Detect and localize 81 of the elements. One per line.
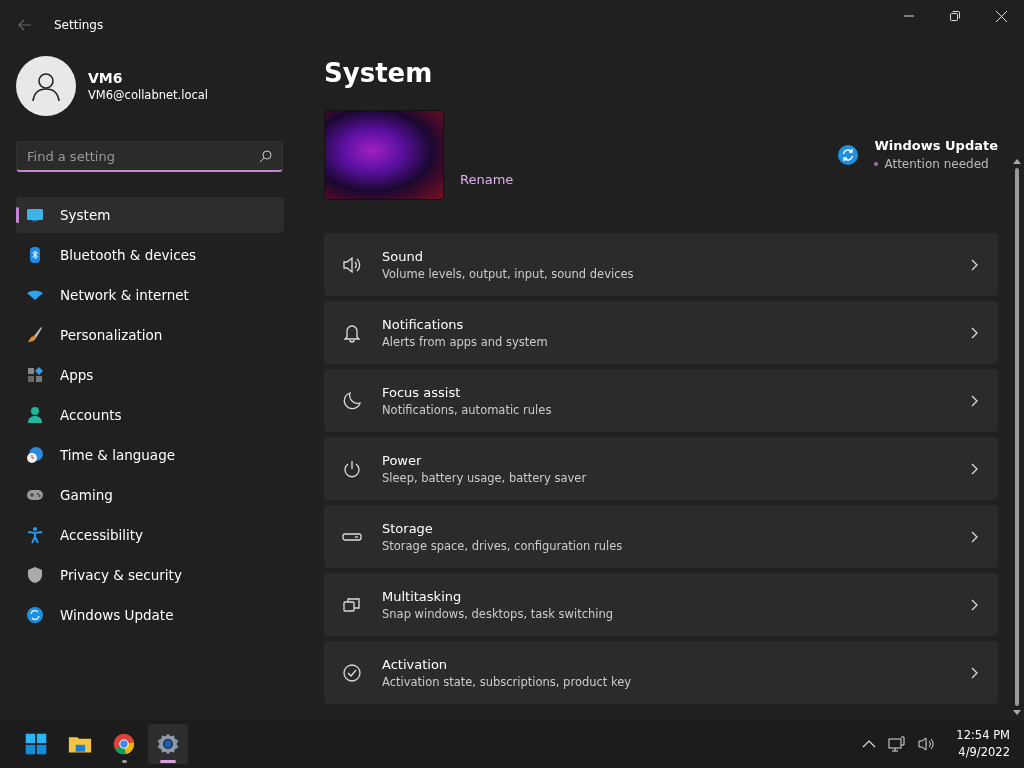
clock-time[interactable]: 12:54 PM: [956, 727, 1010, 744]
card-subtitle: Snap windows, desktops, task switching: [382, 606, 615, 621]
settings-card[interactable]: Storage Storage space, drives, configuration rules: [324, 505, 998, 568]
browser-icon: [112, 732, 136, 756]
chevron-right-icon: [970, 530, 978, 543]
card-title: Activation: [382, 656, 449, 672]
card-title: Notifications: [382, 316, 465, 332]
windows-logo-icon: [24, 732, 48, 756]
card-subtitle: Activation state, subscriptions, product key: [382, 674, 633, 689]
speaker-icon[interactable]: [918, 736, 937, 752]
nav-item[interactable]: Network & internet: [16, 277, 284, 313]
apps-icon: [26, 366, 44, 384]
running-indicator: [122, 760, 127, 763]
clock-date[interactable]: 4/9/2022: [956, 744, 1010, 761]
update-icon: [838, 145, 859, 165]
chevron-right-icon: [970, 394, 978, 407]
chevron-up-icon[interactable]: [862, 739, 877, 749]
user-email: VM6@collabnet.local: [88, 88, 209, 102]
close-icon: [995, 10, 1007, 22]
nav-item[interactable]: Bluetooth & devices: [16, 237, 284, 273]
card-title: Power: [382, 452, 423, 468]
nav-item[interactable]: System: [16, 197, 284, 233]
update-title: Windows Update: [874, 138, 998, 153]
settings-card[interactable]: Multitasking Snap windows, desktops, task switching: [324, 573, 998, 636]
chevron-right-icon: [970, 258, 978, 271]
card-title: Storage: [382, 520, 434, 536]
scrollbar-thumb[interactable]: [1015, 168, 1019, 706]
settings-card[interactable]: Power Sleep, battery usage, battery saver: [324, 437, 998, 500]
chevron-right-icon: [970, 462, 978, 475]
network-icon[interactable]: [888, 736, 907, 752]
card-subtitle: Sleep, battery usage, battery saver: [382, 470, 588, 485]
card-title: Sound: [382, 248, 424, 264]
avatar: [16, 56, 76, 116]
nav-item[interactable]: Time & language: [16, 437, 284, 473]
nav-item[interactable]: Gaming: [16, 477, 284, 513]
nav-item[interactable]: Accessibility: [16, 517, 284, 553]
card-subtitle: Alerts from apps and system: [382, 334, 549, 349]
nav-item[interactable]: Apps: [16, 357, 284, 393]
card-subtitle: Volume levels, output, input, sound devices: [382, 266, 635, 281]
window-title: Settings: [54, 18, 104, 32]
nav-item[interactable]: Privacy & security: [16, 557, 284, 593]
bell-icon: [342, 322, 362, 343]
nav-item[interactable]: Personalization: [16, 317, 284, 353]
user-name: VM6: [88, 70, 124, 86]
chevron-right-icon: [970, 598, 978, 611]
shield-icon: [26, 566, 44, 584]
settings-card[interactable]: Notifications Alerts from apps and system: [324, 301, 998, 364]
rename-link[interactable]: Rename: [460, 172, 514, 187]
scroll-up-icon[interactable]: [1013, 158, 1021, 164]
taskbar-app-button[interactable]: [148, 724, 188, 764]
globe-clock-icon: [26, 446, 44, 464]
paintbrush-icon: [26, 326, 44, 344]
card-subtitle: Notifications, automatic rules: [382, 402, 553, 417]
card-title: Multitasking: [382, 588, 463, 604]
search-field[interactable]: Find a setting: [16, 141, 283, 172]
check-circle-icon: [342, 662, 362, 683]
chevron-right-icon: [970, 326, 978, 339]
running-indicator: [160, 760, 176, 763]
settings-card[interactable]: Focus assist Notifications, automatic rules: [324, 369, 998, 432]
page-title: System: [324, 58, 434, 90]
scroll-down-icon[interactable]: [1013, 710, 1021, 716]
display-icon: [26, 206, 44, 224]
update-icon: [26, 606, 44, 624]
person-icon: [26, 406, 44, 424]
restore-icon: [950, 11, 960, 21]
power-icon: [342, 458, 362, 479]
back-arrow-icon[interactable]: [18, 19, 32, 31]
settings-card[interactable]: Sound Volume levels, output, input, sound devices: [324, 233, 998, 296]
card-title: Focus assist: [382, 384, 462, 400]
speaker-icon: [342, 254, 362, 275]
accessibility-icon: [26, 526, 44, 544]
gear-icon: [156, 732, 180, 756]
nav-item[interactable]: Accounts: [16, 397, 284, 433]
update-status: Attention needed: [884, 157, 989, 171]
chevron-right-icon: [970, 666, 978, 679]
status-dot-icon: [874, 162, 879, 166]
nav-item[interactable]: Windows Update: [16, 597, 284, 633]
moon-icon: [342, 390, 362, 411]
card-subtitle: Storage space, drives, configuration rules: [382, 538, 624, 553]
settings-card[interactable]: Activation Activation state, subscriptions, product key: [324, 641, 998, 704]
search-icon: [259, 150, 272, 163]
